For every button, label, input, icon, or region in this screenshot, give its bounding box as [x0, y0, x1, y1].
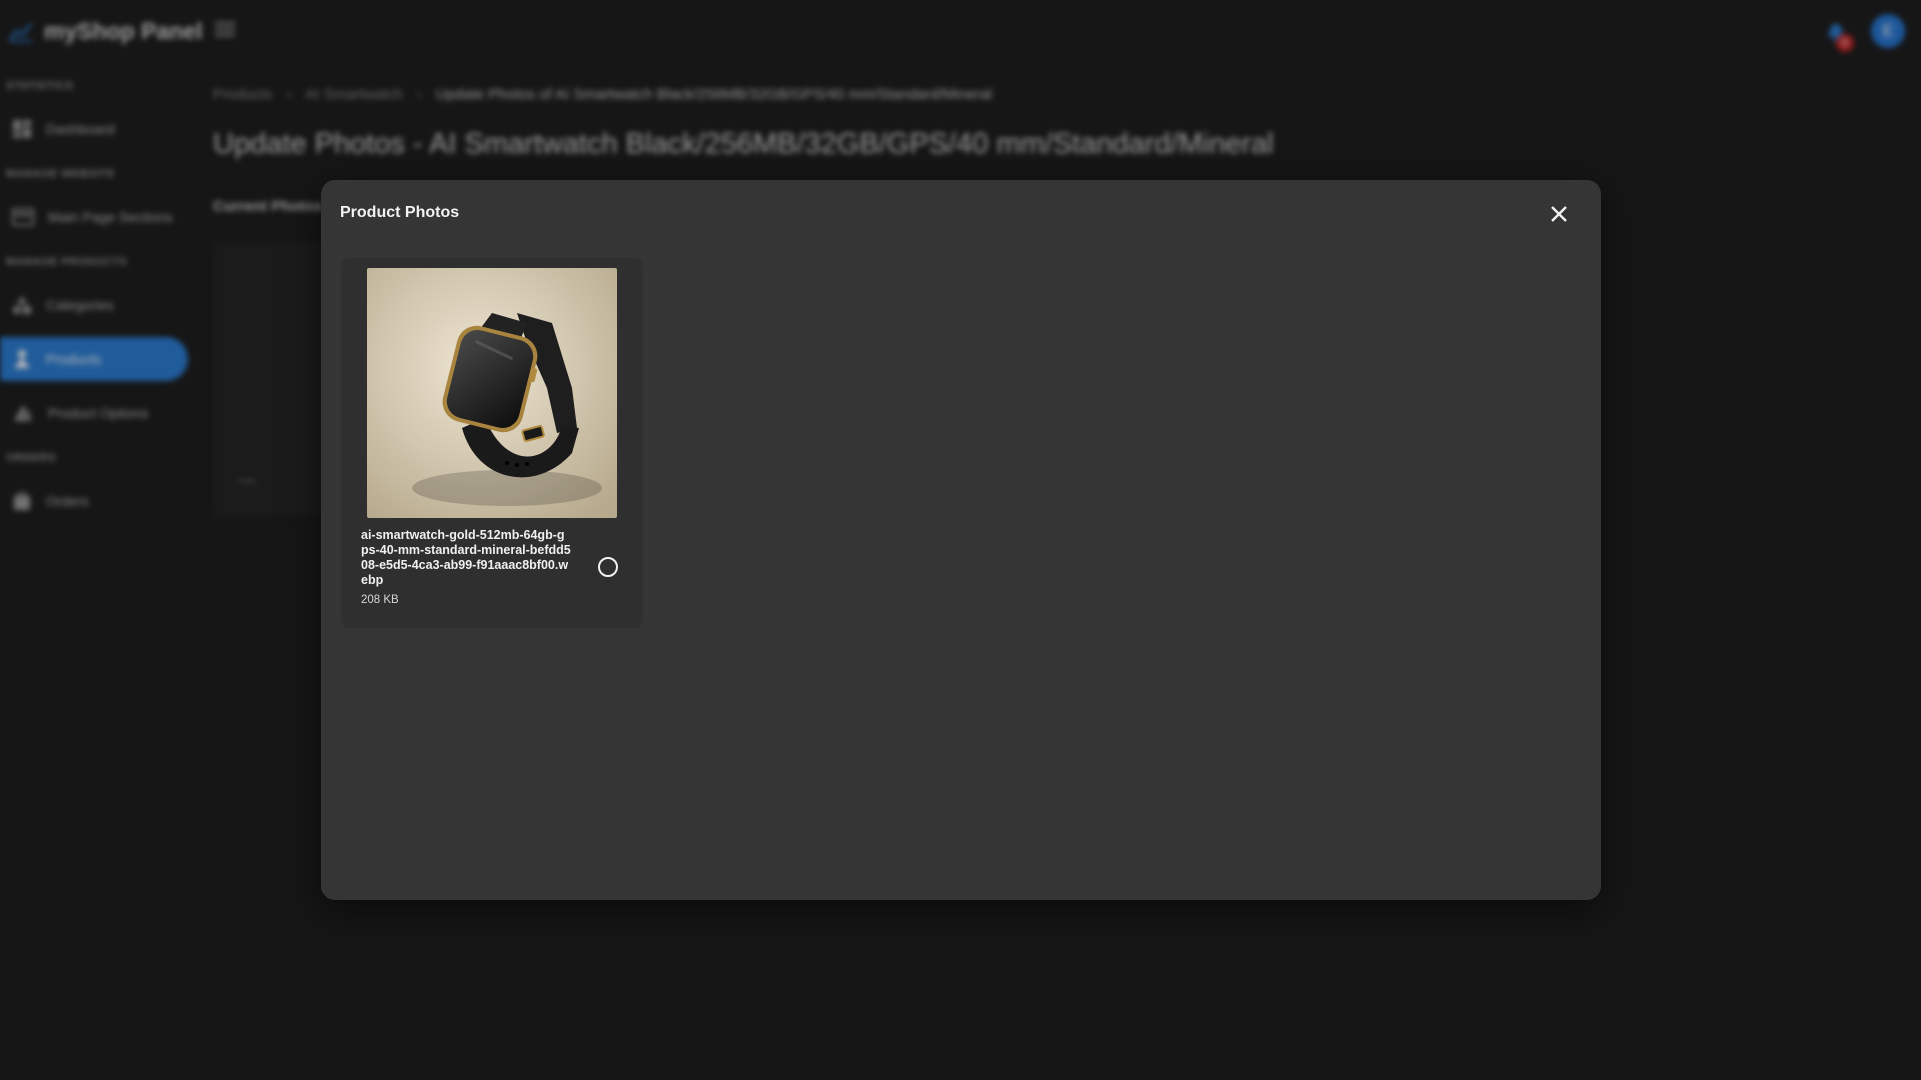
- photo-thumbnail[interactable]: [367, 268, 617, 518]
- photo-size: 208 KB: [361, 594, 399, 606]
- photo-card[interactable]: ai-smartwatch-gold-512mb-64gb-gps-40-mm-…: [341, 258, 643, 628]
- smartwatch-image: [367, 268, 617, 518]
- dialog-title: Product Photos: [340, 204, 460, 221]
- photo-filename: ai-smartwatch-gold-512mb-64gb-gps-40-mm-…: [361, 528, 571, 587]
- close-icon[interactable]: [1547, 202, 1571, 226]
- photo-select-radio[interactable]: [598, 557, 618, 577]
- product-photos-dialog: Product Photos ai-smartwatch-gold-512mb-…: [321, 180, 1601, 900]
